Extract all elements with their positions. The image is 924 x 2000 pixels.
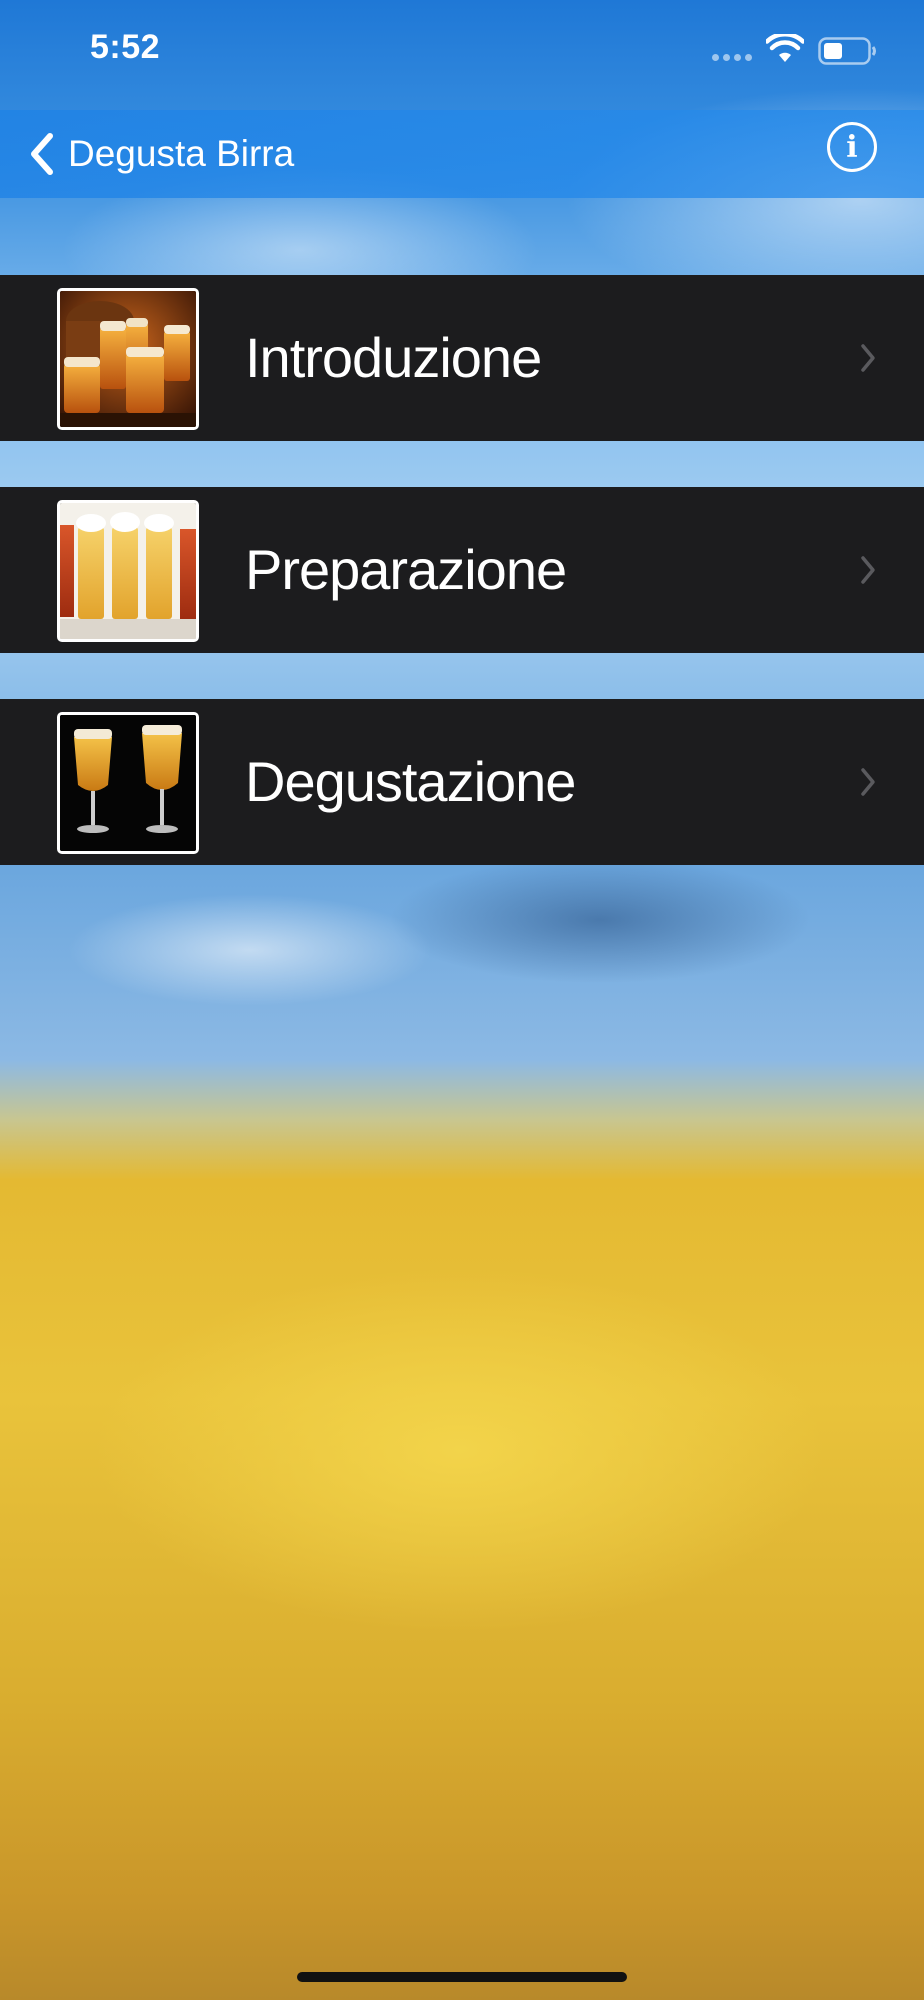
navigation-bar: Degusta Birra <box>0 110 924 198</box>
chevron-left-icon <box>31 133 53 175</box>
battery-icon <box>818 37 876 65</box>
back-button-label: Degusta Birra <box>68 133 295 174</box>
chevron-right-icon <box>861 556 875 584</box>
chevron-right-icon <box>861 344 875 372</box>
menu-item-label: Preparazione <box>245 538 567 601</box>
info-icon: i <box>846 129 858 165</box>
home-indicator[interactable] <box>297 1972 627 1982</box>
wifi-icon <box>766 34 804 62</box>
menu-item-preparazione[interactable]: Preparazione <box>0 487 924 653</box>
back-button[interactable]: Degusta Birra <box>26 124 294 184</box>
status-time: 5:52 <box>90 28 161 66</box>
beer-glasses-and-barrel-photo <box>57 288 199 430</box>
chevron-right-icon <box>861 768 875 796</box>
menu-item-label: Degustazione <box>245 750 576 813</box>
row-of-beer-glasses-photo <box>57 500 199 642</box>
menu-item-label: Introduzione <box>245 326 542 389</box>
signal-dots-icon <box>712 54 752 61</box>
two-stemmed-beer-glasses-photo <box>57 712 199 854</box>
menu-item-degustazione[interactable]: Degustazione <box>0 699 924 865</box>
info-button[interactable]: i <box>827 122 877 172</box>
status-bar: 5:52 <box>0 0 924 110</box>
menu-item-introduzione[interactable]: Introduzione <box>0 275 924 441</box>
